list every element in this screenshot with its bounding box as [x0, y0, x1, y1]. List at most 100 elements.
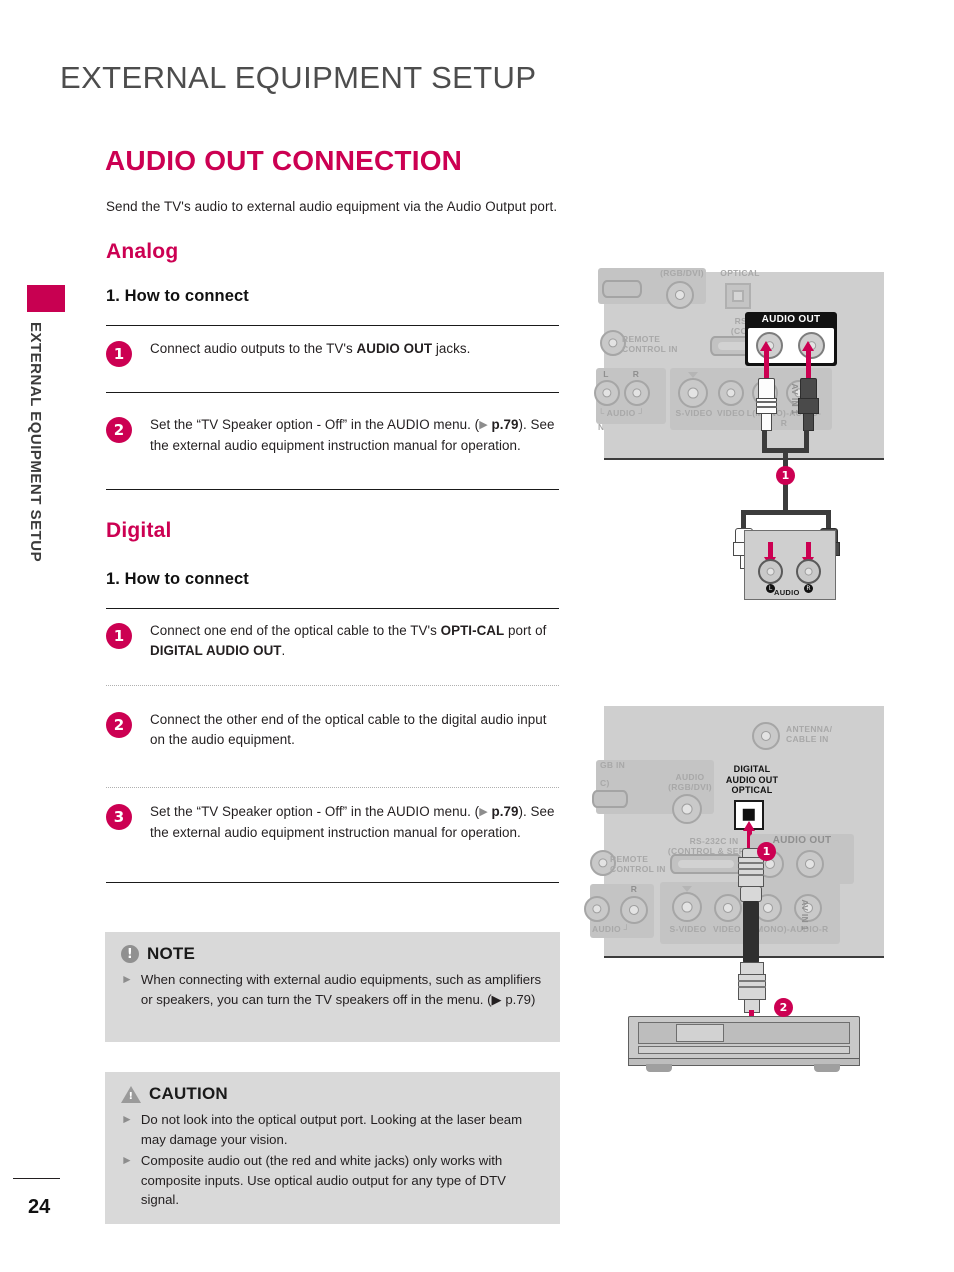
step-text: Connect the other end of the optical cab… [150, 712, 547, 747]
page-number-rule [13, 1178, 60, 1179]
step-text: Connect one end of the optical cable to … [150, 623, 547, 658]
exclamation-circle-icon: ! [121, 945, 139, 963]
label-digital-audio-out-optical: DIGITAL AUDIO OUT OPTICAL [725, 764, 779, 795]
digital-step-3: 3 Set the “TV Speaker option - Off” in t… [106, 802, 561, 842]
page-number: 24 [28, 1196, 51, 1218]
analog-how-to-connect: 1. How to connect [106, 287, 249, 305]
step-number-badge: 2 [106, 417, 132, 443]
panel-edge-line [604, 458, 884, 461]
label-optical: OPTICAL [720, 268, 760, 278]
page-title: AUDIO OUT CONNECTION [105, 145, 463, 176]
label-remote-control-in: REMOTE CONTROL IN [610, 854, 666, 874]
chapter-title: EXTERNAL EQUIPMENT SETUP [60, 60, 537, 95]
video-jack [718, 380, 744, 406]
caution-box: CAUTION ► Do not look into the optical o… [105, 1072, 560, 1224]
note-heading: ! NOTE [121, 944, 544, 964]
label-audio-in: └ AUDIO ┘ [598, 408, 645, 418]
caution-title: CAUTION [149, 1084, 228, 1103]
rca-jack-audio-in-l [584, 896, 610, 922]
note-title: NOTE [147, 944, 196, 963]
plug-ridge [738, 980, 766, 982]
cable-split [741, 510, 831, 515]
step-number-badge: 3 [106, 804, 132, 830]
rca-jack-audio-in-r [620, 896, 648, 924]
caution-bullet: ► Do not look into the optical output po… [121, 1110, 544, 1149]
section-intro-text: Send the TV's audio to external audio eq… [106, 199, 558, 214]
rca-plug-white-tail [761, 413, 772, 431]
caution-heading: CAUTION [121, 1084, 544, 1104]
audio-out-label: AUDIO OUT [761, 314, 821, 325]
rca-jack-audio-out-right [796, 850, 824, 878]
amplifier-front-face [638, 1022, 850, 1044]
dsub-pins [678, 860, 734, 868]
warning-triangle-icon [121, 1085, 141, 1103]
step-text: Set the “TV Speaker option - Off” in the… [150, 804, 555, 840]
step-number-badge: 2 [106, 712, 132, 738]
optical-port-inner [732, 290, 744, 302]
label-av-in-1: AV IN 1 [800, 899, 810, 931]
step-text: Set the “TV Speaker option - Off” in the… [150, 417, 555, 453]
sidebar-chapter-tab [27, 285, 65, 312]
digital-rule-top [106, 608, 559, 609]
caution-bullet-text: Do not look into the optical output port… [140, 1112, 523, 1147]
analog-audio-equipment: L R AUDIO [744, 530, 836, 600]
step-text: Connect audio outputs to the TV's AUDIO … [150, 341, 471, 356]
plug-ridge [756, 401, 777, 403]
equipment-label-audio: AUDIO [774, 588, 800, 597]
plug-ridge [738, 874, 764, 876]
equipment-jack-left [758, 559, 783, 584]
label-remote-control-in: REMOTE CONTROL IN [622, 334, 678, 354]
arrow-into-left-jack [764, 542, 776, 567]
optical-port-outline [725, 283, 751, 309]
rca-jack-rgb-dvi [666, 281, 694, 309]
triangle-bullet-icon: ► [121, 1153, 133, 1167]
note-box: ! NOTE ► When connecting with external a… [105, 932, 560, 1042]
rca-plug-white-body [758, 378, 775, 400]
analog-rule-bottom [106, 489, 559, 490]
caution-bullet: ► Composite audio out (the red and white… [121, 1151, 544, 1210]
amplifier-slot [638, 1046, 850, 1054]
digital-rule-dotted-2 [106, 787, 559, 788]
label-antenna-cable-in: ANTENNA/ CABLE IN [786, 724, 833, 744]
note-bullet: ► When connecting with external audio eq… [121, 970, 544, 1009]
subsection-analog: Analog [106, 240, 179, 263]
rca-jack-audio-in-l [594, 380, 620, 406]
label-audio-in-r: R [632, 369, 640, 379]
rca-jack-audio-rgb-dvi [672, 794, 702, 824]
label-audio-in-r: R [630, 884, 638, 894]
rca-plug-dark-grip [798, 398, 819, 414]
s-video-jack [678, 378, 708, 408]
audio-out-callout-box: AUDIO OUT [745, 312, 837, 366]
optical-plug-collar [740, 886, 762, 902]
triangle-bullet-icon: ► [121, 972, 133, 986]
s-video-jack [672, 892, 702, 922]
antenna-cable-in-jack [752, 722, 780, 750]
analog-rule-top [106, 325, 559, 326]
equipment-jack-right [796, 559, 821, 584]
label-in: N [598, 422, 605, 432]
callout-2: 2 [774, 998, 793, 1017]
digital-step-2: 2 Connect the other end of the optical c… [106, 710, 561, 749]
digital-connection-diagram: ANTENNA/ CABLE IN GB IN C) AUDIO (RGB/DV… [584, 706, 884, 1072]
digital-rule-bottom [106, 882, 559, 883]
video-jack [714, 894, 742, 922]
optical-cable [743, 901, 759, 963]
note-bullet-text: When connecting with external audio equi… [140, 972, 542, 1007]
callout-1: 1 [776, 466, 795, 485]
subsection-digital: Digital [106, 519, 172, 542]
amplifier-foot-left [646, 1064, 672, 1072]
rca-plug-dark-body [800, 378, 817, 400]
plug-ridge [756, 406, 777, 408]
label-rgb-dvi: (RGB/DVI) [660, 268, 704, 278]
amplifier-display [676, 1024, 724, 1042]
dsub-connector-rgb [592, 790, 628, 808]
rca-plug-dark-tail [803, 413, 814, 431]
digital-rule-dotted-1 [106, 685, 559, 686]
analog-step-1: 1 Connect audio outputs to the TV's AUDI… [106, 339, 561, 367]
label-pc: C) [600, 778, 610, 788]
analog-step-2: 2 Set the “TV Speaker option - Off” in t… [106, 415, 561, 455]
label-audio-in-l: L [603, 369, 609, 379]
rca-jack-audio-in-r [624, 380, 650, 406]
plug-ridge [738, 862, 764, 864]
plug-ridge [738, 868, 764, 870]
